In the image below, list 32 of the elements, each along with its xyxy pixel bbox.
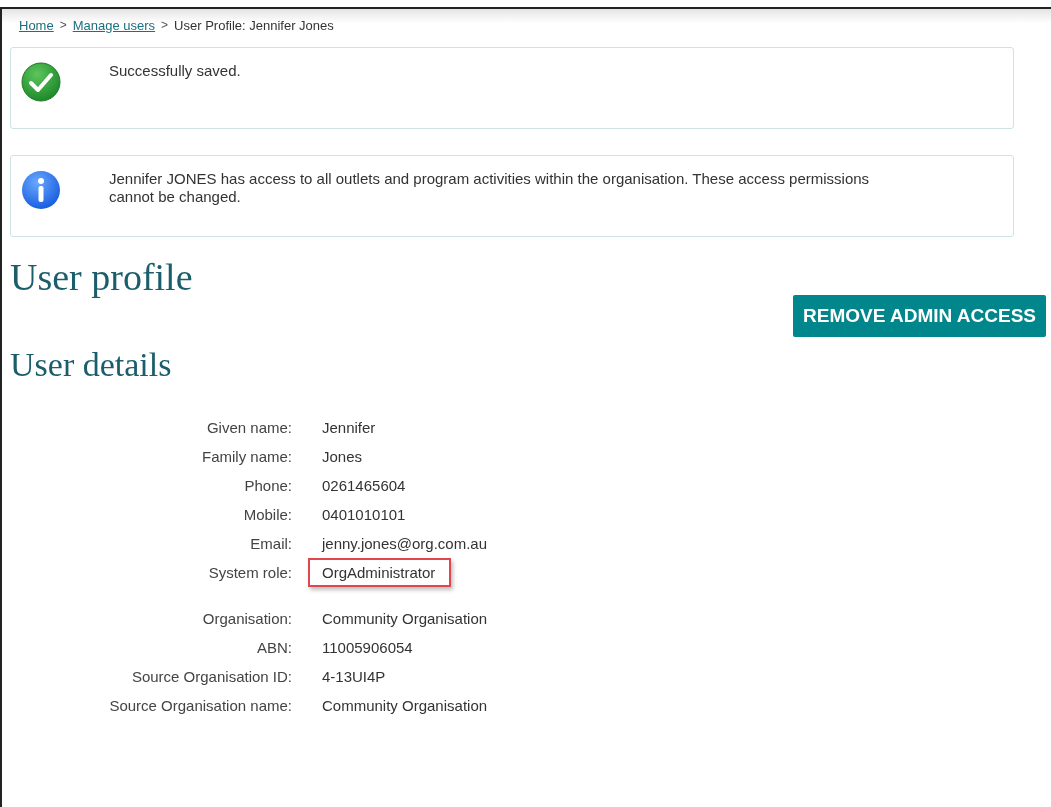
field-label: Family name: bbox=[200, 448, 292, 465]
field-value: Community Organisation bbox=[321, 696, 489, 716]
alert-message: Jennifer JONES has access to all outlets and program activities within the organisation. These access permissions cannot be changed. bbox=[109, 170, 871, 206]
info-icon bbox=[21, 170, 61, 210]
breadcrumb-separator: > bbox=[59, 18, 67, 32]
field-value: 0401010101 bbox=[321, 505, 407, 525]
alert-message: Successfully saved. bbox=[109, 62, 241, 80]
remove-admin-access-button[interactable]: REMOVE ADMIN ACCESS bbox=[793, 295, 1046, 337]
field-value: 4-13UI4P bbox=[321, 667, 387, 687]
field-label: System role: bbox=[207, 564, 292, 581]
field-value: 0261465604 bbox=[321, 476, 407, 496]
field-value: jenny.jones@org.com.au bbox=[320, 534, 489, 554]
breadcrumb-separator: > bbox=[161, 18, 169, 32]
field-value: Jones bbox=[321, 447, 364, 467]
field-label: Given name: bbox=[205, 419, 292, 436]
page-title: User profile bbox=[10, 255, 194, 299]
field-label: Source Organisation ID: bbox=[130, 668, 292, 685]
breadcrumb-current: User Profile: Jennifer Jones bbox=[174, 17, 334, 33]
field-value: Community Organisation bbox=[321, 609, 489, 629]
field-value: 11005906054 bbox=[321, 638, 414, 658]
field-label: ABN: bbox=[256, 639, 292, 656]
field-value: Jennifer bbox=[321, 418, 377, 438]
section-title: User details bbox=[10, 345, 173, 385]
field-label: Organisation: bbox=[201, 610, 292, 627]
field-label: Email: bbox=[249, 535, 292, 552]
field-label: Source Organisation name: bbox=[108, 697, 292, 714]
breadcrumb-link[interactable]: Manage users bbox=[72, 17, 156, 33]
field-label: Mobile: bbox=[242, 506, 292, 523]
success-check-icon bbox=[21, 62, 61, 102]
highlighted-field-value: OrgAdministrator bbox=[308, 558, 452, 587]
breadcrumb-link[interactable]: Home bbox=[19, 17, 54, 33]
field-label: Phone: bbox=[243, 477, 292, 494]
